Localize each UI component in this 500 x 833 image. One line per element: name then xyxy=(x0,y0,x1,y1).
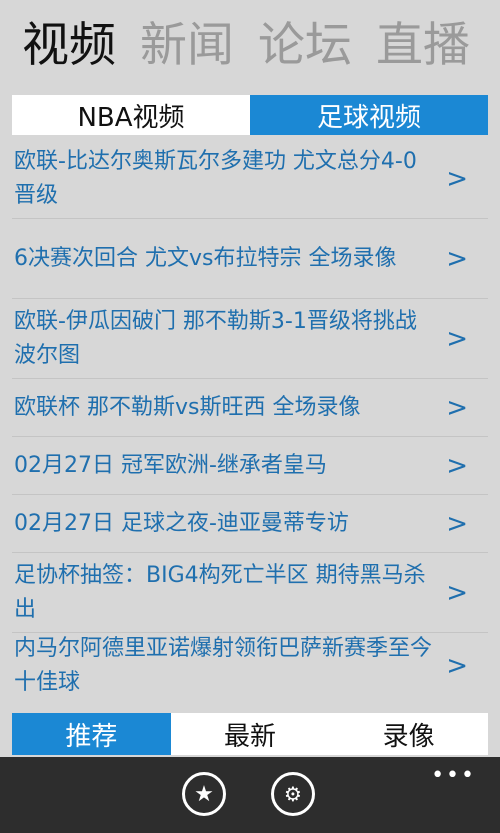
video-list: 欧联-比达尔奥斯瓦尔多建功 尤文总分4-0晋级 > 6决赛次回合 尤文vs布拉特… xyxy=(12,139,488,712)
tab-recommended[interactable]: 推荐 xyxy=(12,713,171,755)
list-item-title: 6决赛次回合 尤文vs布拉特宗 全场录像 xyxy=(14,246,397,271)
list-item-title: 欧联-比达尔奥斯瓦尔多建功 尤文总分4-0晋级 xyxy=(14,149,417,208)
list-item[interactable]: 足协杯抽签：BIG4构死亡半区 期待黑马杀出 > xyxy=(12,553,488,633)
list-filter-tabs: 推荐 最新 录像 xyxy=(12,713,489,755)
more-options-button[interactable]: ••• xyxy=(431,763,476,788)
list-item-title: 02月27日 足球之夜-迪亚曼蒂专访 xyxy=(14,511,349,536)
list-item-title: 02月27日 冠军欧洲-继承者皇马 xyxy=(14,453,327,478)
chevron-right-icon: > xyxy=(446,508,468,539)
tab-recordings[interactable]: 录像 xyxy=(329,713,489,755)
list-item[interactable]: 欧联-比达尔奥斯瓦尔多建功 尤文总分4-0晋级 > xyxy=(12,139,488,219)
pivot-item-live[interactable]: 直播 xyxy=(376,14,470,78)
more-icon: ••• xyxy=(431,763,476,788)
list-item-title: 足协杯抽签：BIG4构死亡半区 期待黑马杀出 xyxy=(14,563,426,622)
star-icon: ★ xyxy=(194,781,214,807)
chevron-right-icon: > xyxy=(446,392,468,423)
list-item-title: 欧联杯 那不勒斯vs斯旺西 全场录像 xyxy=(14,395,361,420)
gear-icon: ⚙ xyxy=(284,782,302,806)
favorite-button[interactable]: ★ xyxy=(182,772,226,816)
tab-football-video[interactable]: 足球视频 xyxy=(250,95,488,135)
list-item[interactable]: 02月27日 冠军欧洲-继承者皇马 > xyxy=(12,437,488,495)
tab-latest[interactable]: 最新 xyxy=(170,713,330,755)
list-item[interactable]: 6决赛次回合 尤文vs布拉特宗 全场录像 > xyxy=(12,219,488,299)
list-item[interactable]: 内马尔阿德里亚诺爆射领衔巴萨新赛季至今十佳球 > xyxy=(12,633,488,699)
chevron-right-icon: > xyxy=(446,651,468,681)
chevron-right-icon: > xyxy=(446,163,468,194)
pivot-item-video[interactable]: 视频 xyxy=(22,14,116,78)
list-item-title: 欧联-伊瓜因破门 那不勒斯3-1晋级将挑战波尔图 xyxy=(14,309,417,368)
chevron-right-icon: > xyxy=(446,243,468,274)
settings-button[interactable]: ⚙ xyxy=(271,772,315,816)
video-category-tabs: NBA视频 足球视频 xyxy=(12,95,488,135)
pivot-header: 视频 新闻 论坛 直播 xyxy=(22,14,470,78)
chevron-right-icon: > xyxy=(446,577,468,608)
chevron-right-icon: > xyxy=(446,323,468,354)
list-item[interactable]: 欧联-伊瓜因破门 那不勒斯3-1晋级将挑战波尔图 > xyxy=(12,299,488,379)
tab-nba-video[interactable]: NBA视频 xyxy=(12,95,250,135)
pivot-item-news[interactable]: 新闻 xyxy=(140,14,234,78)
list-item-title: 内马尔阿德里亚诺爆射领衔巴萨新赛季至今十佳球 xyxy=(14,635,433,695)
list-item[interactable]: 欧联杯 那不勒斯vs斯旺西 全场录像 > xyxy=(12,379,488,437)
chevron-right-icon: > xyxy=(446,450,468,481)
list-item[interactable]: 02月27日 足球之夜-迪亚曼蒂专访 > xyxy=(12,495,488,553)
pivot-item-forum[interactable]: 论坛 xyxy=(258,14,352,78)
app-bar: ★ ⚙ ••• xyxy=(0,757,500,833)
